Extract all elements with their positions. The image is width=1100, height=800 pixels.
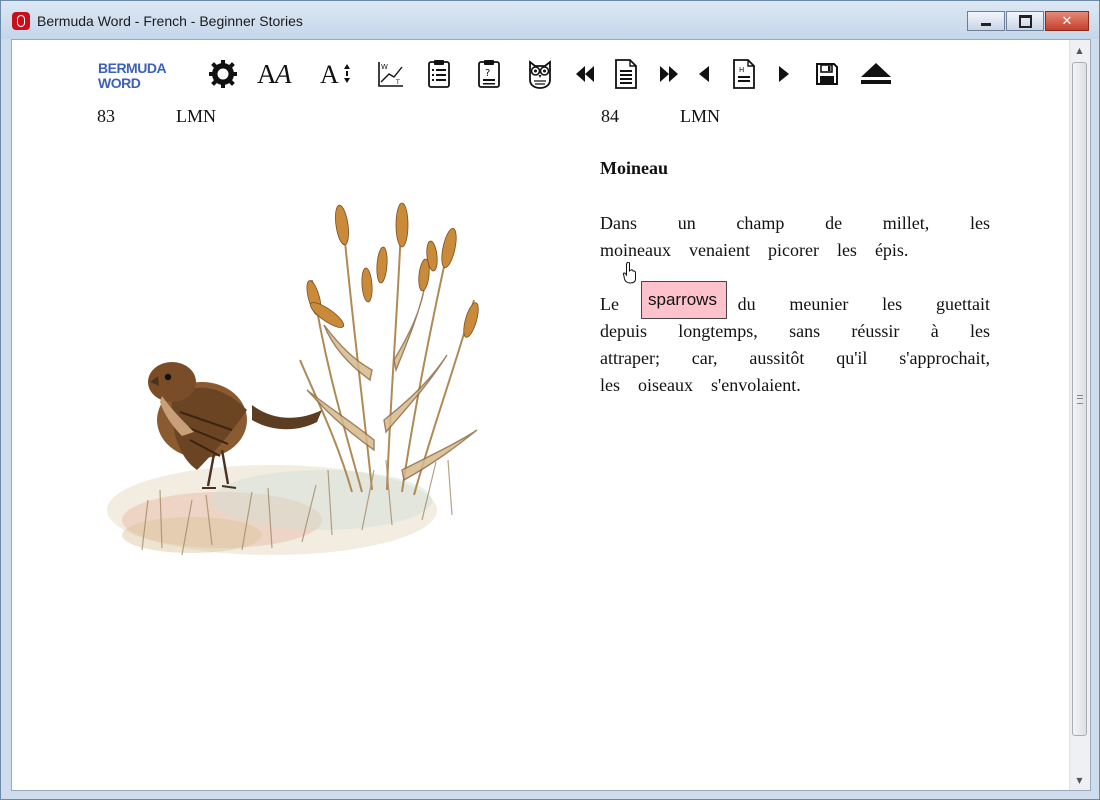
minimize-button[interactable] [967,11,1005,31]
previous-icon[interactable] [696,56,712,92]
list-icon[interactable] [426,56,452,92]
word[interactable]: moineaux [600,237,671,264]
right-page-code: LMN [680,106,720,126]
word[interactable]: s'approchait, [899,345,990,372]
app-icon[interactable] [12,12,30,30]
word[interactable]: un [678,210,696,237]
settings-gear-icon[interactable] [208,56,238,92]
scroll-thumb[interactable] [1072,62,1087,736]
word[interactable]: venaient [689,237,750,264]
app-window: Bermuda Word - French - Beginner Stories… [0,0,1100,800]
svg-text:?: ? [485,68,490,79]
text-line: attraper; car, aussitôt qu'il s'approcha… [600,345,990,372]
right-page-number: 84 [601,106,619,126]
reader-area: BERMUDA WORD A A A W T ? H 83 LMN 84 LMN… [11,39,1091,791]
word[interactable]: qu'il [836,345,867,372]
word[interactable]: à [931,318,939,345]
word[interactable]: meunier [789,291,848,318]
close-icon: ✕ [1061,13,1073,29]
word[interactable]: Le [600,291,619,318]
text-line: les oiseaux s'envolaient. [600,372,990,399]
close-button[interactable]: ✕ [1045,11,1089,31]
index-page-icon[interactable]: H [732,56,756,92]
word[interactable]: millet, [883,210,930,237]
logo-top-text: BERMUDA [98,60,167,76]
svg-text:H: H [739,66,744,74]
next-icon[interactable] [776,56,792,92]
word[interactable]: s'envolaient. [711,372,801,399]
svg-text:W: W [381,63,388,71]
word[interactable]: les [837,237,857,264]
sparrow-illustration [102,170,482,590]
bermuda-word-logo[interactable]: BERMUDA WORD [98,60,194,92]
word[interactable]: champ [736,210,784,237]
word[interactable]: les [600,372,620,399]
font-style-icon[interactable]: A A [256,56,300,92]
logo-bottom-text: WORD [98,75,141,91]
word[interactable]: du [738,291,756,318]
owl-icon[interactable] [526,56,554,92]
word[interactable]: sans [789,318,820,345]
quiz-icon[interactable]: ? [476,56,502,92]
text-line: moineaux venaient picorer les épis. [600,237,990,264]
eject-icon[interactable] [860,56,892,92]
grip-icon [1077,395,1083,404]
word[interactable]: depuis [600,318,647,345]
page-icon[interactable] [614,56,638,92]
maximize-icon [1018,14,1032,28]
word[interactable]: guettait [936,291,990,318]
word[interactable]: attraper; [600,345,660,372]
svg-text:A: A [273,59,292,89]
chart-icon[interactable]: W T [376,56,406,92]
word[interactable]: longtemps, [678,318,758,345]
word[interactable]: aussitôt [749,345,804,372]
word[interactable]: oiseaux [638,372,693,399]
vertical-scrollbar[interactable]: ▲ ▼ [1069,40,1090,790]
word[interactable]: réussir [851,318,899,345]
translation-tooltip: sparrows [641,281,727,319]
text-line: depuis longtemps, sans réussir à les [600,318,990,345]
minimize-icon [981,22,991,26]
text-line: Dans un champ de millet, les [600,210,990,237]
first-page-icon[interactable] [574,56,596,92]
word[interactable]: les [882,291,902,318]
hand-cursor-icon [623,262,636,284]
maximize-button[interactable] [1006,11,1044,31]
left-page-number: 83 [97,106,115,126]
paragraph-1: Dans un champ de millet, les moineaux ve… [600,210,990,264]
svg-text:A: A [257,59,277,89]
word[interactable]: de [825,210,842,237]
story-title: Moineau [600,158,669,178]
word[interactable]: car, [692,345,718,372]
svg-text:T: T [395,79,400,86]
title-bar[interactable]: Bermuda Word - French - Beginner Stories… [1,1,1099,39]
word[interactable]: épis. [875,237,909,264]
svg-text:A: A [320,60,339,89]
font-size-icon[interactable]: A [320,56,356,92]
word[interactable]: Dans [600,210,637,237]
word[interactable]: picorer [768,237,819,264]
scroll-down-icon[interactable]: ▼ [1070,771,1089,789]
left-page-code: LMN [176,106,216,126]
scroll-up-icon[interactable]: ▲ [1070,41,1089,59]
skip-forward-icon[interactable] [658,56,680,92]
save-icon[interactable] [814,56,840,92]
window-title: Bermuda Word - French - Beginner Stories [37,13,303,29]
window-controls: ✕ [967,11,1089,31]
word[interactable]: les [970,318,990,345]
word[interactable]: les [970,210,990,237]
